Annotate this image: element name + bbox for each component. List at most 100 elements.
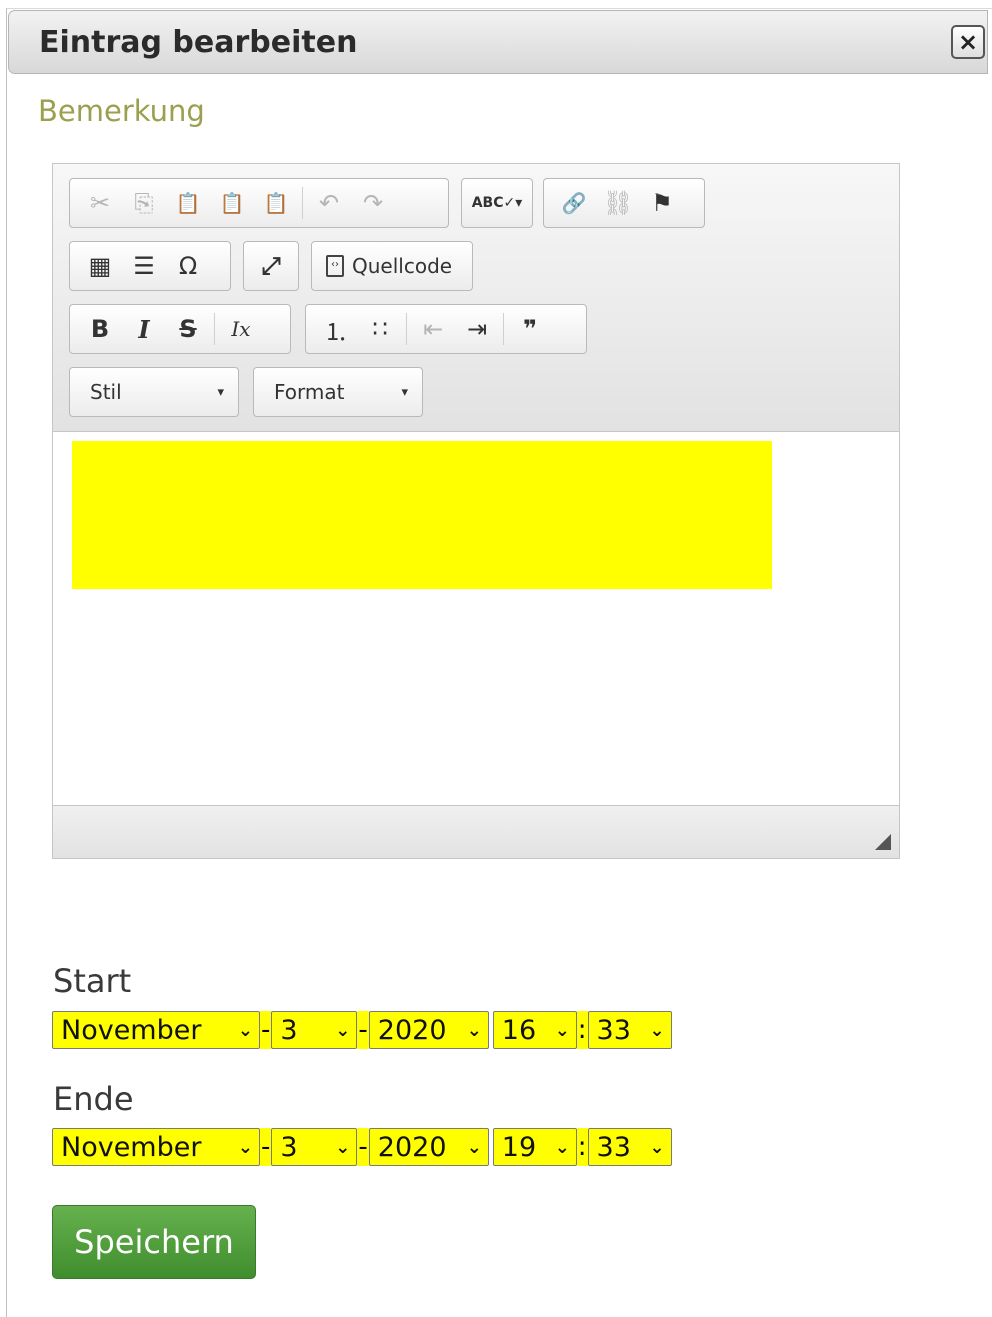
end-day-value: 3 <box>280 1131 298 1163</box>
indent-button[interactable]: ⇥ <box>455 309 499 349</box>
bold-button[interactable]: B <box>78 309 122 349</box>
horizontal-line-icon: ☰ <box>133 252 155 280</box>
start-hour-select[interactable]: 16 ⌄ <box>492 1011 577 1049</box>
style-dropdown[interactable]: Stil ▾ <box>69 367 239 417</box>
insert-group: ▦ ☰ Ω <box>69 241 231 291</box>
source-button[interactable]: ‹› Quellcode <box>320 254 458 278</box>
special-char-button[interactable]: Ω <box>166 246 210 286</box>
maximize-group: ⤢ <box>243 241 299 291</box>
editor-content-area[interactable] <box>53 432 899 806</box>
outdent-icon: ⇤ <box>422 315 444 343</box>
italic-icon: I <box>138 314 150 344</box>
end-year-value: 2020 <box>377 1131 447 1163</box>
numbered-list-icon: ⒈ <box>324 317 348 346</box>
start-minute-select[interactable]: 33 ⌄ <box>587 1011 672 1049</box>
link-button[interactable]: 🔗 <box>552 183 596 223</box>
maximize-button[interactable]: ⤢ <box>249 246 293 286</box>
end-month-select[interactable]: November ⌄ <box>52 1128 260 1166</box>
paste-word-button[interactable]: 📋 <box>254 183 298 223</box>
undo-icon: ↶ <box>318 189 340 217</box>
italic-button[interactable]: I <box>122 309 166 349</box>
remove-format-icon: Ix <box>231 317 251 341</box>
end-hour-select[interactable]: 19 ⌄ <box>492 1128 577 1166</box>
paste-text-button[interactable]: 📋 <box>210 183 254 223</box>
style-dropdown-label: Stil <box>90 380 122 404</box>
spellcheck-icon: ABC✓▾ <box>471 195 523 211</box>
source-group: ‹› Quellcode <box>311 241 473 291</box>
copy-icon: ⎘ <box>134 189 154 217</box>
bullet-list-icon: ∷ <box>372 315 388 343</box>
editor-statusbar <box>53 805 899 858</box>
chevron-down-icon: ⌄ <box>554 1136 570 1158</box>
toolbar-separator <box>214 313 215 345</box>
anchor-button[interactable]: ⚑ <box>640 183 684 223</box>
spellcheck-button[interactable]: ABC✓▾ <box>466 183 528 223</box>
end-year-select[interactable]: 2020 ⌄ <box>368 1128 489 1166</box>
spellcheck-group: ABC✓▾ <box>461 178 533 228</box>
end-minute-select[interactable]: 33 ⌄ <box>587 1128 672 1166</box>
chevron-down-icon: ⌄ <box>237 1019 253 1041</box>
end-label: Ende <box>53 1080 134 1118</box>
chevron-down-icon: ⌄ <box>466 1019 482 1041</box>
close-button[interactable]: × <box>951 25 985 59</box>
start-year-select[interactable]: 2020 ⌄ <box>368 1011 489 1049</box>
end-minute-value: 33 <box>596 1131 631 1163</box>
unlink-button[interactable]: ⛓ <box>596 183 640 223</box>
chevron-down-icon: ▾ <box>217 384 224 400</box>
link-icon: 🔗 <box>561 191 587 215</box>
table-button[interactable]: ▦ <box>78 246 122 286</box>
start-day-select[interactable]: 3 ⌄ <box>271 1011 358 1049</box>
chevron-down-icon: ▾ <box>401 384 408 400</box>
source-label: Quellcode <box>352 254 453 278</box>
strikethrough-button[interactable]: S <box>166 309 210 349</box>
start-datetime-row: November ⌄ - 3 ⌄ - 2020 ⌄ 16 ⌄ : 33 ⌄ <box>52 1010 672 1050</box>
cut-icon: ✂ <box>89 189 111 217</box>
horizontal-line-button[interactable]: ☰ <box>122 246 166 286</box>
close-icon: × <box>957 28 979 56</box>
dialog-titlebar: Eintrag bearbeiten × <box>8 10 988 74</box>
resize-handle[interactable] <box>875 834 891 850</box>
save-button[interactable]: Speichern <box>52 1205 256 1279</box>
rich-text-editor: ✂ ⎘ 📋 📋 📋 ↶ ↷ ABC✓▾ 🔗 ⛓ ⚑ ▦ ☰ Ω ⤢ ‹› Que… <box>52 163 900 859</box>
highlighted-text-block <box>72 441 772 589</box>
copy-button[interactable]: ⎘ <box>122 183 166 223</box>
end-datetime-row: November ⌄ - 3 ⌄ - 2020 ⌄ 19 ⌄ : 33 ⌄ <box>52 1127 672 1167</box>
clipboard-group: ✂ ⎘ 📋 📋 📋 ↶ ↷ <box>69 178 449 228</box>
redo-icon: ↷ <box>362 189 384 217</box>
remark-label: Bemerkung <box>38 94 205 128</box>
bullet-list-button[interactable]: ∷ <box>358 309 402 349</box>
outdent-button[interactable]: ⇤ <box>411 309 455 349</box>
chevron-down-icon: ⌄ <box>649 1019 665 1041</box>
date-separator: - <box>357 1128 369 1166</box>
cut-button[interactable]: ✂ <box>78 183 122 223</box>
time-separator: : <box>576 1128 588 1166</box>
blockquote-button[interactable]: ❞ <box>508 309 552 349</box>
basic-style-group: B I S Ix <box>69 304 291 354</box>
toolbar-separator <box>503 313 504 345</box>
bold-icon: B <box>90 315 110 343</box>
paste-button[interactable]: 📋 <box>166 183 210 223</box>
remove-format-button[interactable]: Ix <box>219 309 263 349</box>
numbered-list-button[interactable]: ⒈ <box>314 309 358 349</box>
start-month-select[interactable]: November ⌄ <box>52 1011 260 1049</box>
start-minute-value: 33 <box>596 1014 631 1046</box>
start-label: Start <box>53 962 132 1000</box>
table-icon: ▦ <box>88 252 112 280</box>
start-year-value: 2020 <box>377 1014 447 1046</box>
redo-button[interactable]: ↷ <box>351 183 395 223</box>
date-separator: - <box>260 1011 272 1049</box>
end-day-select[interactable]: 3 ⌄ <box>271 1128 358 1166</box>
date-separator: - <box>260 1128 272 1166</box>
chevron-down-icon: ⌄ <box>554 1019 570 1041</box>
start-month-value: November <box>61 1014 202 1046</box>
chevron-down-icon: ⌄ <box>335 1019 351 1041</box>
start-day-value: 3 <box>280 1014 298 1046</box>
maximize-icon: ⤢ <box>261 252 281 280</box>
paste-word-icon: 📋 <box>263 191 289 215</box>
date-separator: - <box>357 1011 369 1049</box>
strikethrough-icon: S <box>179 315 197 343</box>
dialog-title: Eintrag bearbeiten <box>39 25 358 60</box>
format-dropdown[interactable]: Format ▾ <box>253 367 423 417</box>
format-dropdown-label: Format <box>274 380 345 404</box>
undo-button[interactable]: ↶ <box>307 183 351 223</box>
